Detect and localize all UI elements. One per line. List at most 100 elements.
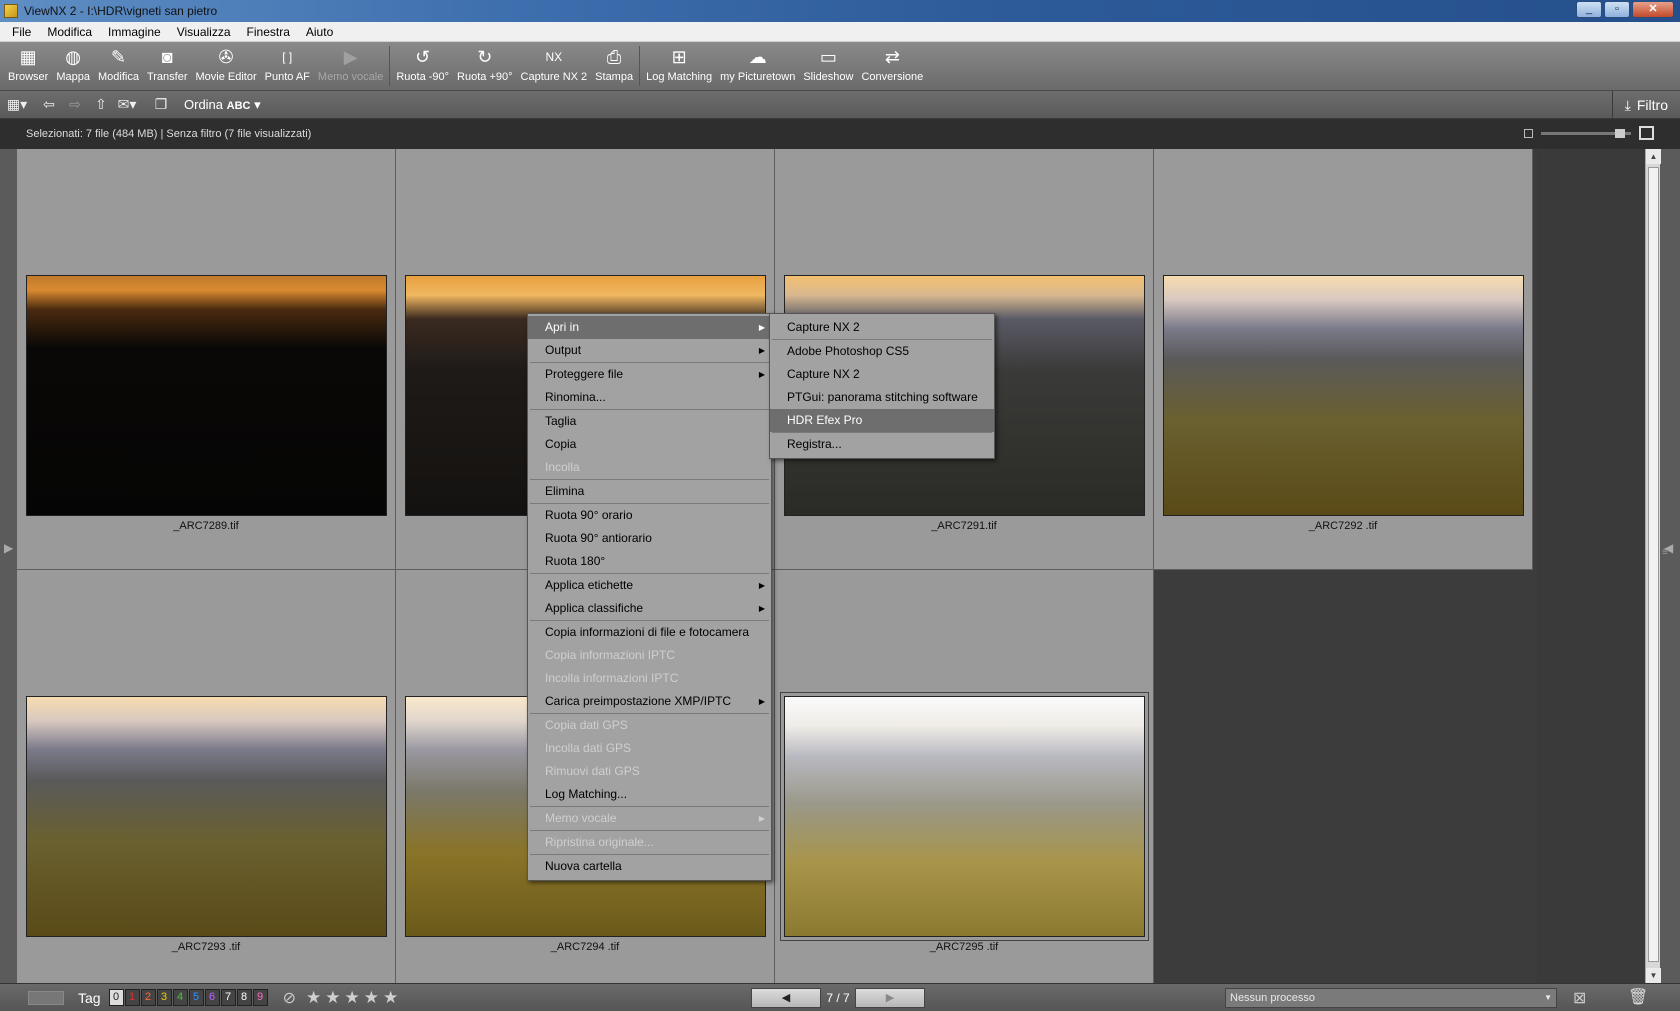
tag-9-button[interactable]: 9 [252, 989, 268, 1006]
tag-8-button[interactable]: 8 [236, 989, 252, 1006]
prev-page-button[interactable]: ◀ [751, 988, 821, 1008]
menu-item-capture-nx-2[interactable]: Capture NX 2 [770, 363, 994, 386]
toolbar-label: Movie Editor [195, 71, 257, 83]
menu-item-taglia[interactable]: Taglia [528, 410, 771, 433]
thumbnail-image[interactable] [26, 696, 387, 937]
menu-item-ruota-90-orario[interactable]: Ruota 90° orario [528, 504, 771, 527]
scroll-up-arrow[interactable]: ▲ [1646, 149, 1661, 164]
menu-item-apri-in[interactable]: Apri in ▶ [528, 316, 771, 339]
maximize-button[interactable]: ▫ [1604, 1, 1630, 18]
thumbnail-cell[interactable]: _ARC7293 .tif [17, 570, 396, 991]
next-page-button[interactable]: ▶ [855, 988, 925, 1008]
toolbar-camera-button[interactable]: ◙ Transfer [143, 42, 192, 91]
menu-item-ruota-180[interactable]: Ruota 180° [528, 550, 771, 573]
multi-window-icon[interactable]: ❐ [150, 95, 172, 115]
large-thumb-icon[interactable] [1639, 126, 1654, 140]
grid-scrollbar[interactable]: ▲ ▼ [1645, 149, 1661, 983]
thumbnail-cell[interactable]: _ARC7292 .tif [1154, 149, 1533, 570]
tag-2-button[interactable]: 2 [140, 989, 156, 1006]
folder-up-icon[interactable]: ⇧ [90, 95, 112, 115]
menu-immagine[interactable]: Immagine [100, 25, 169, 39]
thumbnail-size-control[interactable] [1524, 126, 1654, 140]
menu-item-hdr-efex-pro[interactable]: HDR Efex Pro [770, 409, 994, 432]
toolbar-globe-button[interactable]: ◍ Mappa [52, 42, 94, 91]
menu-item-copia-informazioni-di-file-e-fotocamera[interactable]: Copia informazioni di file e fotocamera [528, 621, 771, 644]
menu-item-ptgui-panorama-stitching-software[interactable]: PTGui: panorama stitching software [770, 386, 994, 409]
small-thumb-icon[interactable] [1524, 128, 1533, 138]
filmstrip-toggle[interactable] [28, 990, 64, 1005]
menu-item-adobe-photoshop-cs5[interactable]: Adobe Photoshop CS5 [770, 340, 994, 363]
thumbnail-image[interactable] [1163, 275, 1524, 516]
toolbar-print-button[interactable]: ⎙ Stampa [591, 42, 637, 91]
menu-item-label: Ruota 90° antiorario [545, 531, 652, 545]
thumbnail-image[interactable] [780, 692, 1149, 941]
menu-modifica[interactable]: Modifica [39, 25, 100, 39]
browser-icon: ▦ [19, 46, 37, 67]
back-arrow-icon[interactable]: ⇦ [38, 95, 60, 115]
tag-7-button[interactable]: 7 [220, 989, 236, 1006]
menu-item-capture-nx-2[interactable]: Capture NX 2 [770, 316, 994, 339]
toolbar-browser-button[interactable]: ▦ Browser [4, 42, 52, 91]
menu-item-carica-preimpostazione-xmp-iptc[interactable]: Carica preimpostazione XMP/IPTC ▶ [528, 690, 771, 713]
toolbar-voice-memo-button[interactable]: ▶ Memo vocale [314, 42, 387, 91]
menu-item-applica-etichette[interactable]: Applica etichette ▶ [528, 574, 771, 597]
trash-icon[interactable]: 🗑 [1628, 987, 1648, 1007]
rating-star-icon[interactable]: ★ [344, 988, 359, 1008]
thumbnail-cell[interactable]: _ARC7289.tif [17, 149, 396, 570]
no-rating-icon[interactable]: ⊘ [283, 988, 296, 1008]
thumbnail-image[interactable] [26, 275, 387, 516]
toolbar-slideshow-button[interactable]: ▭ Slideshow [799, 42, 857, 91]
left-panel-toggle[interactable]: ▶ [0, 149, 17, 983]
tag-0-button[interactable]: 0 [108, 989, 124, 1006]
toolbar-capture-nx-button[interactable]: NX Capture NX 2 [517, 42, 592, 91]
menu-item-elimina[interactable]: Elimina [528, 480, 771, 503]
tag-4-button[interactable]: 4 [172, 989, 188, 1006]
menu-item-output[interactable]: Output ▶ [528, 339, 771, 362]
menu-item-copia[interactable]: Copia [528, 433, 771, 456]
toolbar-log-matching-button[interactable]: ⊞ Log Matching [642, 42, 716, 91]
browser-navbar: ▦▾ ⇦ ⇨ ⇧ ✉▾ ❐ Ordina ABC ▾ ⤓ Filtro [0, 91, 1680, 119]
rating-star-icon[interactable]: ★ [364, 988, 379, 1008]
toolbar-rotate-right-button[interactable]: ↻ Ruota +90° [453, 42, 516, 91]
mark-folder-icon[interactable]: ✉▾ [116, 95, 138, 115]
menu-item-registra[interactable]: Registra... [770, 433, 994, 456]
menu-item-nuova-cartella[interactable]: Nuova cartella [528, 855, 771, 878]
toolbar-edit-button[interactable]: ✎ Modifica [94, 42, 143, 91]
scroll-thumb[interactable] [1648, 167, 1659, 962]
picturetown-icon: ☁ [748, 46, 767, 67]
menu-item-log-matching[interactable]: Log Matching... [528, 783, 771, 806]
toolbar-focus-point-button[interactable]: [ ] Punto AF [261, 42, 314, 91]
menu-aiuto[interactable]: Aiuto [298, 25, 341, 39]
tag-1-button[interactable]: 1 [124, 989, 140, 1006]
tag-6-button[interactable]: 6 [204, 989, 220, 1006]
grid-view-icon[interactable]: ▦▾ [6, 95, 28, 115]
menu-item-rinomina[interactable]: Rinomina... [528, 386, 771, 409]
rating-star-icon[interactable]: ★ [306, 988, 321, 1008]
process-select[interactable]: Nessun processo ▼ [1225, 988, 1557, 1008]
filter-button[interactable]: ⤓ Filtro [1611, 91, 1680, 119]
minimize-button[interactable]: _ [1576, 1, 1602, 18]
toolbar-rotate-left-button[interactable]: ↺ Ruota -90° [392, 42, 453, 91]
scroll-down-arrow[interactable]: ▼ [1646, 968, 1661, 983]
toolbar-picturetown-button[interactable]: ☁ my Picturetown [716, 42, 799, 91]
menu-item-proteggere-file[interactable]: Proteggere file ▶ [528, 363, 771, 386]
rating-star-icon[interactable]: ★ [383, 988, 398, 1008]
menu-visualizza[interactable]: Visualizza [169, 25, 239, 39]
menu-file[interactable]: File [4, 25, 39, 39]
cancel-process-icon[interactable]: ⊠ [1573, 988, 1586, 1008]
rating-star-icon[interactable]: ★ [325, 988, 340, 1008]
thumbnail-size-slider[interactable] [1541, 128, 1631, 138]
toolbar-conversion-button[interactable]: ⇄ Conversione [857, 42, 927, 91]
thumbnail-cell[interactable]: _ARC7295 .tif [775, 570, 1154, 991]
menu-item-label: Nuova cartella [545, 859, 622, 873]
forward-arrow-icon[interactable]: ⇨ [64, 95, 86, 115]
menu-item-ruota-90-antiorario[interactable]: Ruota 90° antiorario [528, 527, 771, 550]
close-button[interactable]: ✕ [1632, 1, 1674, 18]
sort-button[interactable]: Ordina ABC ▾ [184, 97, 261, 113]
tag-5-button[interactable]: 5 [188, 989, 204, 1006]
toolbar-film-reel-button[interactable]: ✇ Movie Editor [192, 42, 261, 91]
tag-3-button[interactable]: 3 [156, 989, 172, 1006]
menu-item-applica-classifiche[interactable]: Applica classifiche ▶ [528, 597, 771, 620]
right-panel-toggle[interactable]: ◀ ≡ [1660, 149, 1680, 983]
menu-finestra[interactable]: Finestra [239, 25, 298, 39]
